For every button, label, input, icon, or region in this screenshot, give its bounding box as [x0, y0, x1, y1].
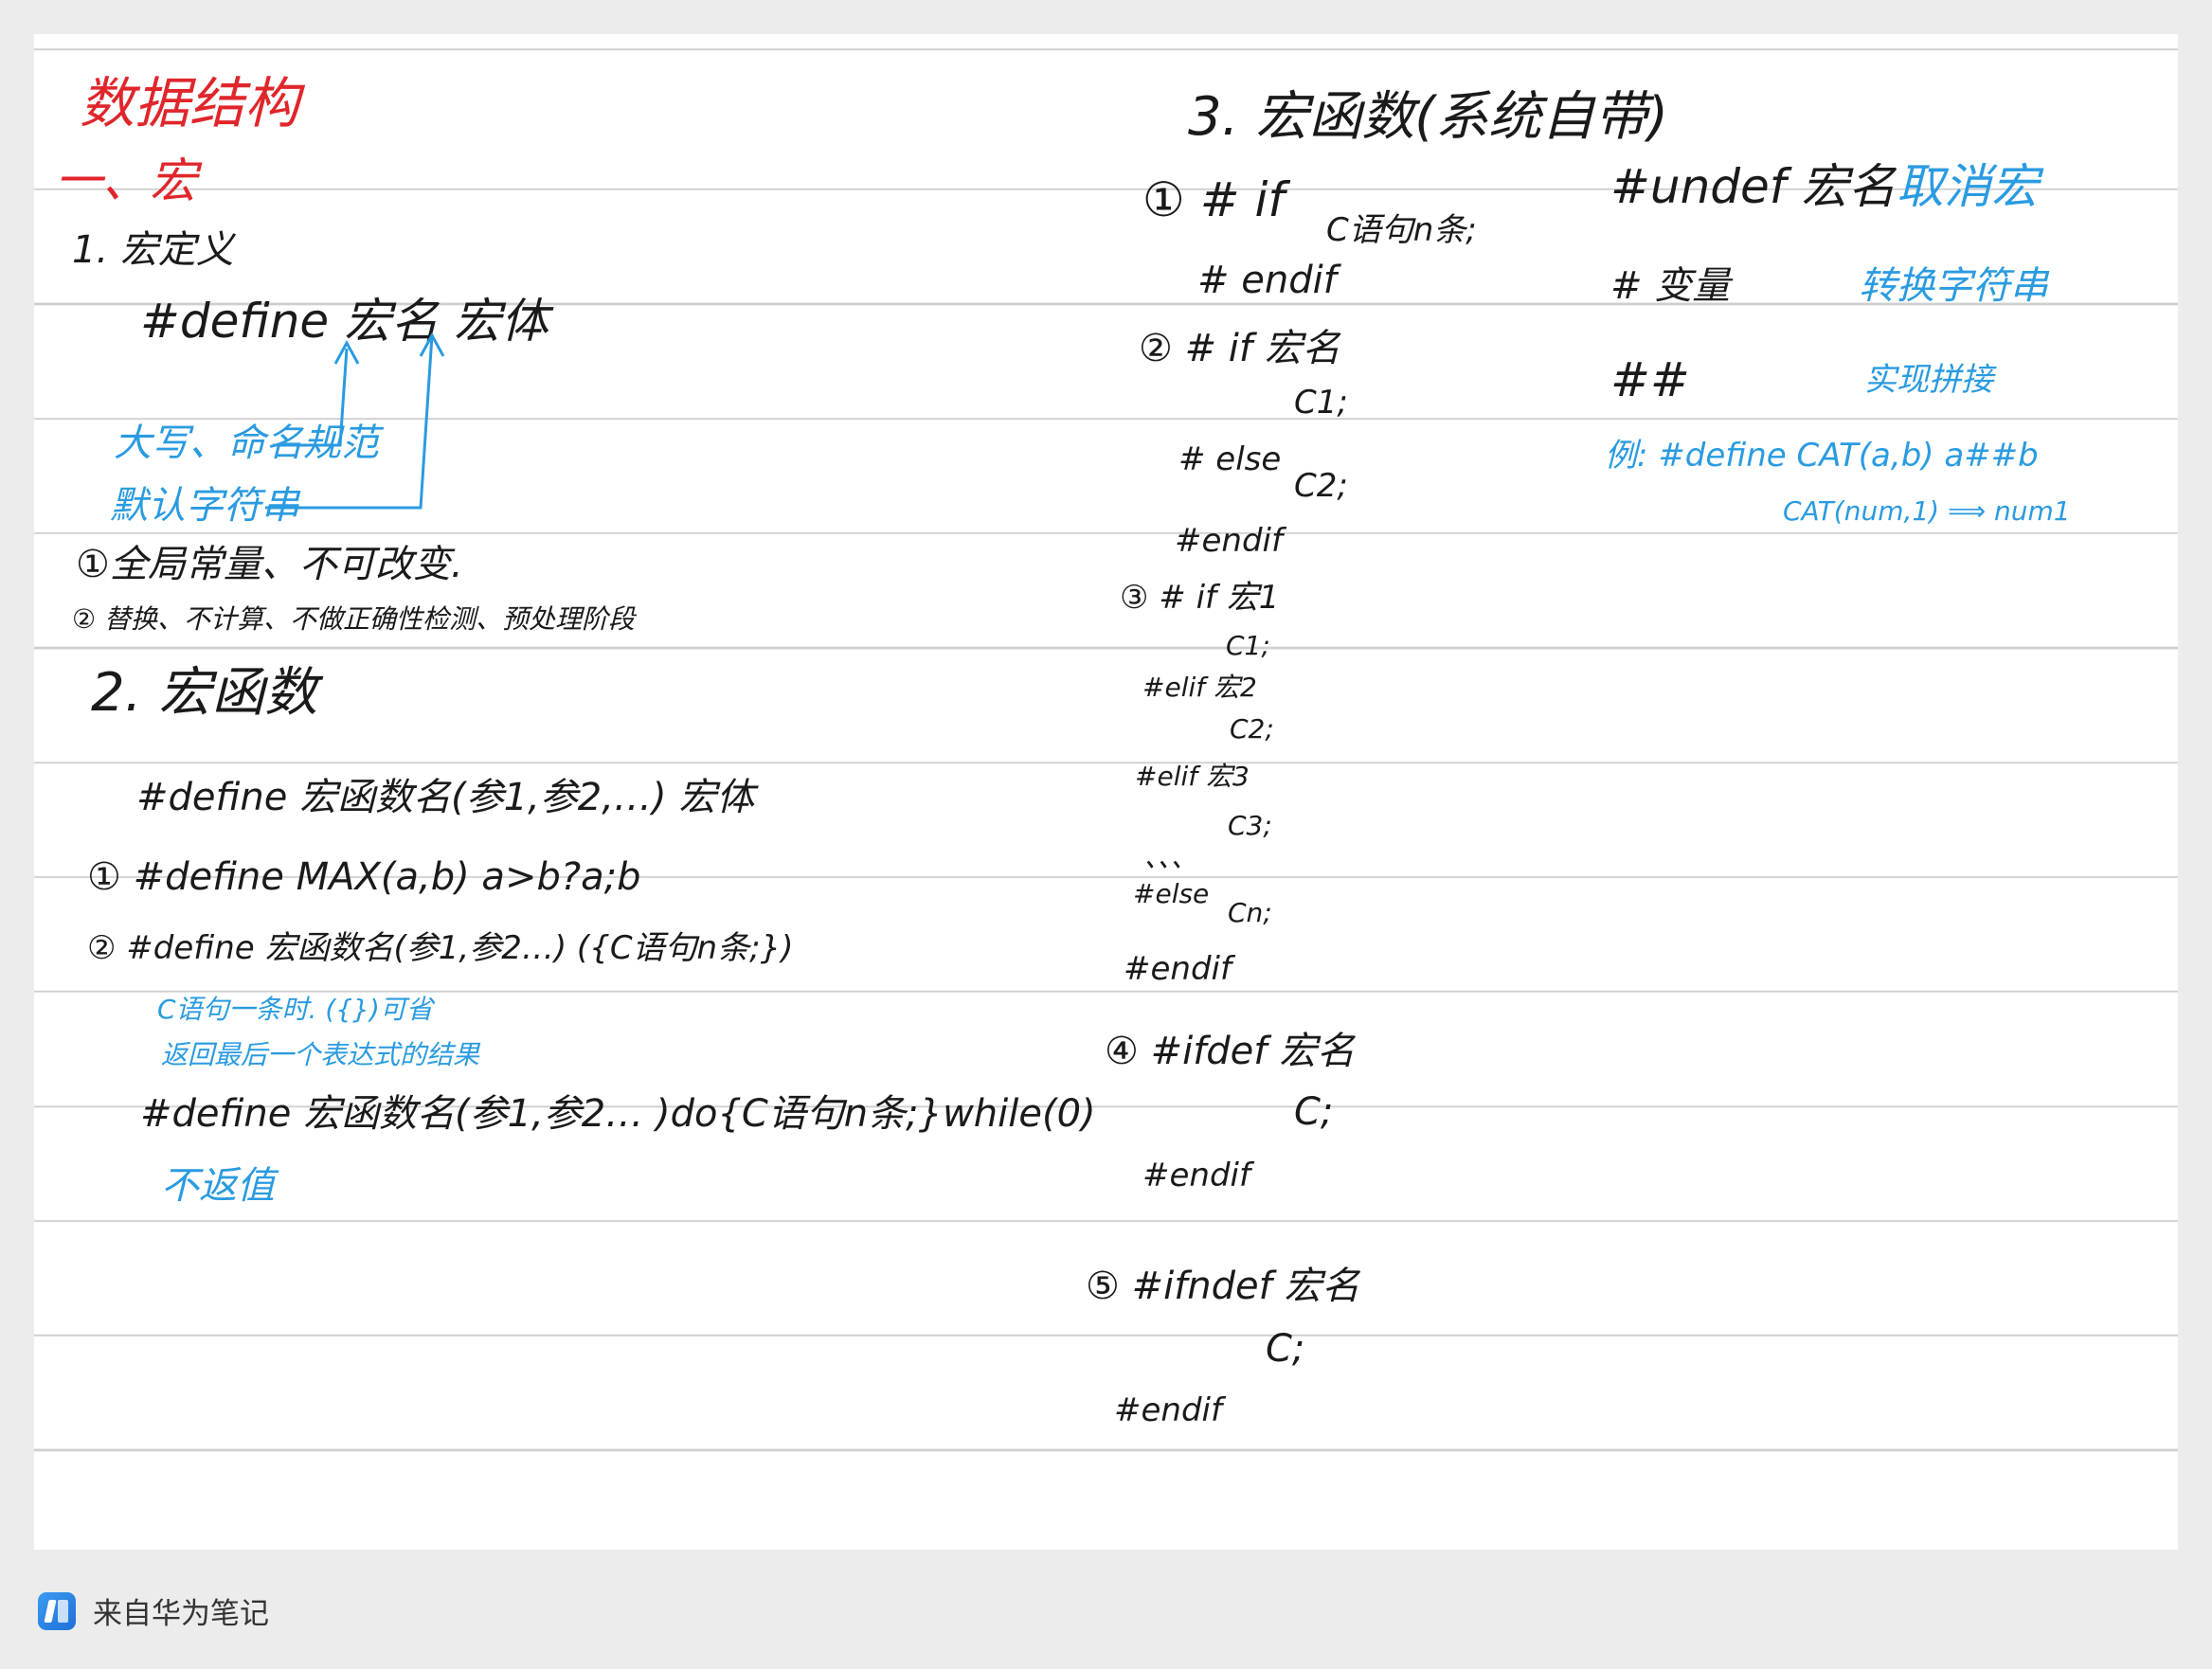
cond3-endif: #endif — [1124, 950, 1232, 988]
cond3-elif-2: #elif 宏3 — [1135, 761, 1250, 792]
cond2-if: ② # if 宏名 — [1139, 327, 1340, 370]
footer-source-label: 来自华为笔记 — [93, 1597, 269, 1631]
cond3-c1: C1; — [1226, 630, 1270, 661]
example-max: ① #define MAX(a,b) a>b?a;b — [87, 855, 641, 899]
note-return-last-expression: 返回最后一个表达式的结果 — [161, 1039, 480, 1070]
cond1-if: ① # if — [1142, 172, 1285, 227]
stringize-note: 转换字符串 — [1859, 264, 2048, 308]
footer-source: 来自华为笔记 — [38, 1589, 269, 1632]
point-replace-preprocess: ② 替换、不计算、不做正确性检测、预处理阶段 — [72, 603, 636, 635]
cond4-endif: #endif — [1142, 1157, 1250, 1194]
macro-function-syntax: #define 宏函数名(参1,参2,…) 宏体 — [136, 776, 755, 819]
cond2-else: # else — [1178, 440, 1282, 478]
stringize-syntax: # 变量 — [1610, 264, 1731, 308]
cond3-if: ③ # if 宏1 — [1120, 579, 1280, 617]
cond3-c2: C2; — [1230, 713, 1274, 745]
macro-function-heading: 2. 宏函数 — [91, 662, 318, 724]
cond2-c1: C1; — [1294, 384, 1348, 422]
cond5-ifndef: ⑤ #ifndef 宏名 — [1086, 1265, 1360, 1308]
cond4-ifdef: ④ #ifdef 宏名 — [1105, 1030, 1356, 1073]
undef-note: 取消宏 — [1897, 159, 2039, 214]
token-paste-syntax: ## — [1610, 352, 1690, 407]
cond3-cn: Cn; — [1228, 897, 1272, 928]
cond3-c3: C3; — [1228, 810, 1272, 841]
cond3-ellipsis: 、、、 — [1144, 842, 1198, 873]
token-paste-example-result: CAT(num,1) ⟹ num1 — [1783, 495, 2071, 527]
cond4-c: C; — [1294, 1090, 1334, 1134]
cond3-elif-1: #elif 宏2 — [1142, 672, 1257, 703]
note-no-return-value: 不返值 — [161, 1164, 275, 1208]
cond5-c: C; — [1266, 1327, 1305, 1371]
cond1-statements: C语句n条; — [1326, 211, 1477, 249]
cond2-c2: C2; — [1294, 467, 1348, 505]
undef-syntax: #undef 宏名 — [1610, 159, 1897, 214]
point-global-constant: ①全局常量、不可改变. — [76, 543, 463, 586]
cond2-endif: #endif — [1175, 522, 1283, 560]
do-while-syntax: #define 宏函数名(参1,参2… )do{C语句n条;}while(0) — [140, 1092, 1096, 1136]
cond3-else: #else — [1133, 878, 1210, 909]
note-single-statement: C语句一条时. ({})可省 — [157, 994, 433, 1025]
cond1-endif: # endif — [1197, 259, 1337, 302]
note-page: 数据结构 一、宏 1. 宏定义 #define 宏名 宏体 大写、命名规范 默认… — [34, 34, 2178, 1550]
cond5-endif: #endif — [1114, 1391, 1222, 1429]
system-macro-heading: 3. 宏函数(系统自带) — [1188, 86, 1668, 148]
token-paste-example: 例: #define CAT(a,b) a##b — [1605, 437, 2039, 475]
example-multi-statement: ② #define 宏函数名(参1,参2…) ({C语句n条;}) — [87, 929, 794, 967]
huawei-notes-app-icon — [38, 1591, 76, 1630]
token-paste-note: 实现拼接 — [1864, 361, 1993, 399]
